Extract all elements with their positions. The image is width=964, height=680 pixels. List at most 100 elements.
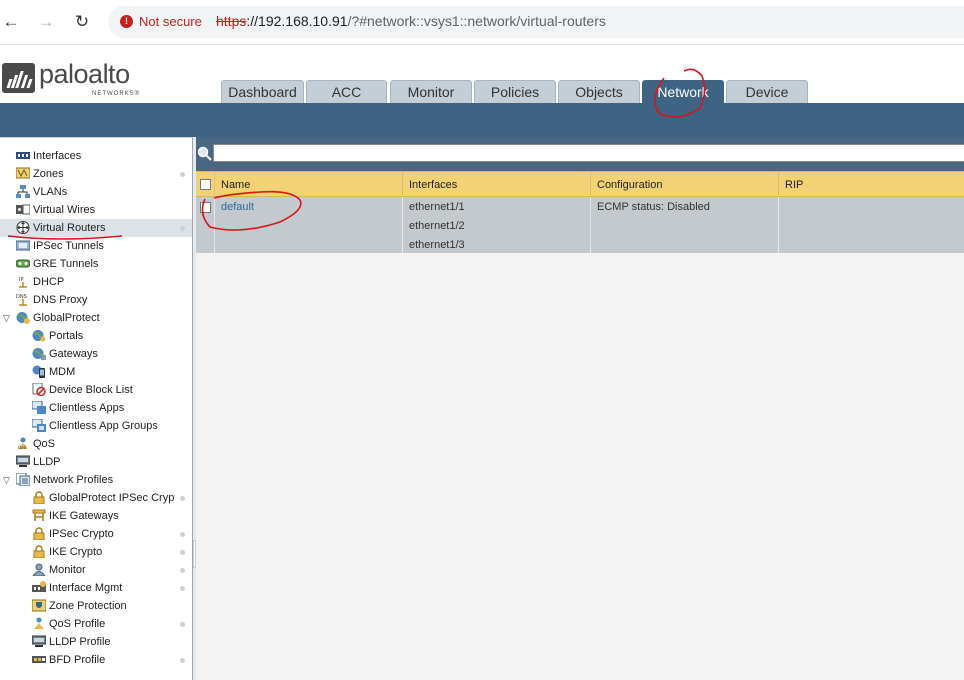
interface-entry: ethernet1/2 (409, 220, 465, 232)
ike-gateways-icon (32, 509, 46, 521)
sidebar-item-ike-gateways[interactable]: IKE Gateways (0, 507, 192, 525)
url-text[interactable]: https://192.168.10.91/?#network::vsys1::… (216, 13, 606, 29)
sidebar-item-zones[interactable]: Zones (0, 165, 192, 183)
sidebar-item-virtual-wires[interactable]: Virtual Wires (0, 201, 192, 219)
sidebar-item-qos[interactable]: QoS QoS (0, 435, 192, 453)
column-header-interfaces[interactable]: Interfaces (402, 172, 590, 196)
nav-bar (0, 103, 964, 137)
select-all-checkbox[interactable] (200, 179, 211, 190)
sidebar-item-interface-mgmt[interactable]: Interface Mgmt (0, 579, 192, 597)
clientless-app-groups-icon (32, 419, 46, 432)
sidebar-item-mdm[interactable]: MDM (0, 363, 192, 381)
column-header-rip[interactable]: RIP (778, 172, 964, 196)
dns-proxy-icon: DNS (16, 294, 27, 306)
tab-monitor[interactable]: Monitor (390, 80, 472, 103)
search-icon[interactable] (197, 146, 212, 161)
sidebar-item-bfd-profile[interactable]: BFD Profile (0, 651, 192, 669)
back-arrow-icon[interactable]: ← (1, 12, 21, 32)
rip-value (785, 197, 964, 216)
tab-acc[interactable]: ACC (306, 80, 387, 103)
sidebar-item-globalprotect[interactable]: ▽ GlobalProtect (0, 309, 192, 327)
sidebar-item-virtual-routers[interactable]: Virtual Routers (0, 219, 192, 237)
sidebar-item-lldp[interactable]: LLDP (0, 453, 192, 471)
sidebar-item-ike-crypto[interactable]: IKE Crypto (0, 543, 192, 561)
tab-network[interactable]: Network (642, 80, 724, 103)
sidebar-item-monitor[interactable]: Monitor (0, 561, 192, 579)
sidebar-item-dhcp[interactable]: IP DHCP (0, 273, 192, 291)
configuration-value: ECMP status: Disabled (597, 201, 710, 213)
interface-mgmt-icon (32, 581, 46, 592)
network-profiles-icon (16, 473, 30, 486)
monitor-profile-icon (32, 563, 46, 576)
status-dot (180, 532, 185, 537)
status-dot (180, 586, 185, 591)
ipsec-tunnels-icon (16, 240, 30, 251)
interfaces-icon (16, 152, 30, 159)
interface-entry: ethernet1/1 (409, 201, 465, 213)
cell-interfaces: ethernet1/1 ethernet1/2 ethernet1/3 (402, 197, 590, 253)
lldp-profile-icon (32, 635, 46, 647)
logo-wordmark: paloalto (39, 59, 130, 89)
gateways-icon (32, 348, 46, 360)
cell-rip (778, 197, 964, 253)
column-header-configuration[interactable]: Configuration (590, 172, 778, 196)
forward-arrow-icon[interactable]: → (36, 12, 56, 32)
filter-bar (196, 137, 964, 171)
logo-subtitle: NETWORKS® (92, 91, 141, 97)
router-name-link[interactable]: default (221, 197, 402, 216)
sidebar-item-network-profiles[interactable]: ▽ Network Profiles (0, 471, 192, 489)
cell-configuration: ECMP status: Disabled (590, 197, 778, 253)
svg-text:QoS: QoS (18, 445, 27, 450)
not-secure-icon[interactable]: ! (120, 15, 133, 28)
column-header-name[interactable]: Name (214, 172, 402, 196)
tab-dashboard[interactable]: Dashboard (221, 80, 304, 103)
clientless-apps-icon (32, 401, 46, 414)
status-dot (180, 172, 185, 177)
portals-icon (32, 330, 46, 342)
reload-icon[interactable]: ↻ (72, 12, 92, 32)
globalprotect-icon (16, 312, 30, 324)
interface-entry: ethernet1/3 (409, 239, 465, 251)
gre-tunnels-icon (16, 259, 30, 268)
sidebar-item-clientless-apps[interactable]: Clientless Apps (0, 399, 192, 417)
collapse-triangle-icon[interactable]: ▽ (3, 309, 10, 327)
sidebar-item-interfaces[interactable]: Interfaces (0, 147, 192, 165)
search-input[interactable] (213, 144, 964, 162)
tab-device[interactable]: Device (726, 80, 808, 103)
status-dot (180, 226, 185, 231)
sidebar-item-clientless-app-groups[interactable]: Clientless App Groups (0, 417, 192, 435)
lock-icon (33, 527, 45, 540)
status-dot (180, 622, 185, 627)
sidebar-item-dns-proxy[interactable]: DNS DNS Proxy (0, 291, 192, 309)
sidebar-item-globalprotect-ipsec-crypto[interactable]: GlobalProtect IPSec Crypto (0, 489, 192, 507)
security-label[interactable]: Not secure (139, 14, 202, 29)
sidebar-item-gateways[interactable]: Gateways (0, 345, 192, 363)
address-bar[interactable]: ! Not secure https://192.168.10.91/?#net… (108, 6, 964, 38)
sidebar-item-lldp-profile[interactable]: LLDP Profile (0, 633, 192, 651)
vlans-icon (16, 185, 30, 198)
sidebar-item-gre-tunnels[interactable]: GRE Tunnels (0, 255, 192, 273)
sidebar-item-ipsec-tunnels[interactable]: IPSec Tunnels (0, 237, 192, 255)
sidebar-item-vlans[interactable]: VLANs (0, 183, 192, 201)
bfd-profile-icon (32, 656, 46, 663)
sidebar-item-zone-protection[interactable]: Zone Protection (0, 597, 192, 615)
tab-policies[interactable]: Policies (474, 80, 556, 103)
collapse-triangle-icon[interactable]: ▽ (3, 471, 10, 489)
qos-icon: QoS (18, 437, 28, 450)
status-dot (180, 568, 185, 573)
sidebar-item-ipsec-crypto[interactable]: IPSec Crypto (0, 525, 192, 543)
svg-text:DNS: DNS (16, 294, 27, 300)
status-dot (180, 550, 185, 555)
table-row[interactable]: default ethernet1/1 ethernet1/2 ethernet… (196, 197, 964, 253)
tab-objects[interactable]: Objects (558, 80, 640, 103)
sidebar-item-qos-profile[interactable]: QoS Profile (0, 615, 192, 633)
table-header: Name Interfaces Configuration RIP (196, 171, 964, 197)
status-dot (180, 496, 185, 501)
sidebar: Interfaces Zones VLANs Virtual Wires Vir… (0, 137, 193, 680)
row-checkbox[interactable] (200, 202, 211, 213)
app-header: paloalto NETWORKS® Dashboard ACC Monitor… (0, 45, 964, 103)
sidebar-item-portals[interactable]: Portals (0, 327, 192, 345)
sidebar-item-device-block-list[interactable]: Device Block List (0, 381, 192, 399)
qos-profile-icon (34, 617, 44, 629)
lldp-icon (16, 455, 30, 467)
